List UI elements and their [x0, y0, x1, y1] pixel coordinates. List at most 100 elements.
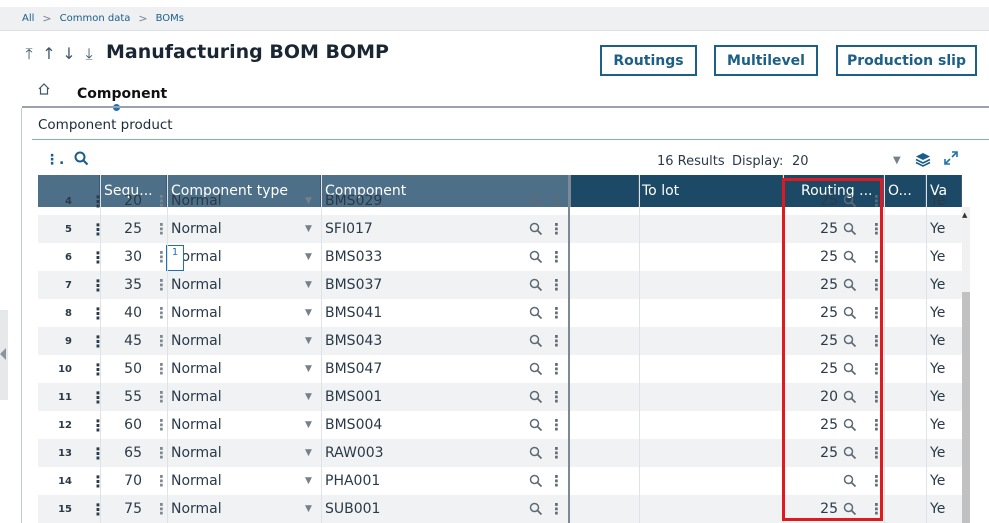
component-cell[interactable]: PHA001	[325, 467, 380, 495]
chevron-down-icon[interactable]: ▼	[893, 155, 901, 166]
component-type-cell[interactable]: Normal	[171, 411, 222, 439]
routing-cell[interactable]: 25	[778, 495, 838, 523]
grid-actions-icon[interactable]: ⋮.	[45, 152, 64, 168]
routing-menu-icon[interactable]: ⋮	[869, 215, 884, 243]
routing-cell[interactable]: 25	[778, 187, 838, 215]
component-type-cell[interactable]: Normal	[171, 271, 222, 299]
chevron-down-icon[interactable]: ▼	[305, 187, 312, 215]
table-row[interactable]: 14 ⋮ 70 ⋮ Normal ▼ PHA001 ⋮ ⋮ Ye	[38, 467, 962, 495]
sequence-cell[interactable]: 35	[104, 271, 142, 299]
component-cell[interactable]: RAW003	[325, 439, 384, 467]
sequence-cell[interactable]: 20	[104, 187, 142, 215]
table-row[interactable]: 9 ⋮ 45 ⋮ Normal ▼ BMS043 ⋮ 25 ⋮ Ye	[38, 327, 962, 355]
routing-cell[interactable]: 20	[778, 383, 838, 411]
routing-menu-icon[interactable]: ⋮	[869, 327, 884, 355]
component-lookup-icon[interactable]	[529, 327, 543, 355]
production-slip-button[interactable]: Production slip	[836, 45, 977, 76]
routing-menu-icon[interactable]: ⋮	[869, 495, 884, 523]
component-lookup-icon[interactable]	[529, 299, 543, 327]
routing-cell[interactable]: 25	[778, 215, 838, 243]
component-menu-icon[interactable]: ⋮	[549, 215, 564, 243]
chevron-down-icon[interactable]: ▼	[305, 299, 312, 327]
component-type-cell[interactable]: Normal	[171, 215, 222, 243]
component-cell[interactable]: BMS001	[325, 383, 382, 411]
routing-menu-icon[interactable]: ⋮	[869, 411, 884, 439]
component-lookup-icon[interactable]	[529, 467, 543, 495]
layers-icon[interactable]	[915, 152, 931, 171]
component-cell[interactable]: BMS037	[325, 271, 382, 299]
component-cell[interactable]: BMS004	[325, 411, 382, 439]
sequence-cell[interactable]: 70	[104, 467, 142, 495]
sequence-cell[interactable]: 65	[104, 439, 142, 467]
grid-search-icon[interactable]	[74, 151, 89, 170]
sequence-cell[interactable]: 45	[104, 327, 142, 355]
routing-menu-icon[interactable]: ⋮	[869, 439, 884, 467]
component-type-cell[interactable]: Normal	[171, 355, 222, 383]
component-menu-icon[interactable]: ⋮	[549, 355, 564, 383]
component-menu-icon[interactable]: ⋮	[549, 271, 564, 299]
component-type-cell[interactable]: Normal	[171, 299, 222, 327]
multilevel-button[interactable]: Multilevel	[714, 45, 818, 76]
component-lookup-icon[interactable]	[529, 243, 543, 271]
routing-cell[interactable]: 25	[778, 327, 838, 355]
previous-record-icon[interactable]: ↑	[42, 44, 56, 64]
component-menu-icon[interactable]: ⋮	[549, 299, 564, 327]
chevron-down-icon[interactable]: ▼	[305, 383, 312, 411]
sequence-cell[interactable]: 40	[104, 299, 142, 327]
component-type-cell[interactable]: Normal	[171, 327, 222, 355]
component-lookup-icon[interactable]	[529, 411, 543, 439]
routings-button[interactable]: Routings	[600, 45, 697, 76]
table-row[interactable]: 5 ⋮ 25 ⋮ Normal ▼ SFI017 ⋮ 25 ⋮ Ye	[38, 215, 962, 243]
chevron-down-icon[interactable]: ▼	[305, 495, 312, 523]
first-record-icon[interactable]: ⤒	[22, 44, 36, 64]
next-record-icon[interactable]: ↓	[62, 44, 76, 64]
component-type-cell[interactable]: Normal	[171, 187, 222, 215]
table-row[interactable]: 13 ⋮ 65 ⋮ Normal ▼ RAW003 ⋮ 25 ⋮ Ye	[38, 439, 962, 467]
routing-lookup-icon[interactable]	[843, 495, 857, 523]
component-type-cell[interactable]: Normal	[171, 467, 222, 495]
table-row[interactable]: 11 ⋮ 55 ⋮ Normal ▼ BMS001 ⋮ 20 ⋮ Ye	[38, 383, 962, 411]
chevron-down-icon[interactable]: ▼	[305, 327, 312, 355]
routing-lookup-icon[interactable]	[843, 411, 857, 439]
tab-component[interactable]: Component	[77, 86, 167, 102]
routing-menu-icon[interactable]: ⋮	[869, 271, 884, 299]
routing-lookup-icon[interactable]	[843, 299, 857, 327]
component-lookup-icon[interactable]	[529, 271, 543, 299]
routing-menu-icon[interactable]: ⋮	[869, 187, 884, 215]
routing-cell[interactable]: 25	[778, 299, 838, 327]
chevron-down-icon[interactable]: ▼	[305, 215, 312, 243]
routing-lookup-icon[interactable]	[843, 243, 857, 271]
component-cell[interactable]: BMS029	[325, 187, 382, 215]
component-type-cell[interactable]: Normal	[171, 495, 222, 523]
component-lookup-icon[interactable]	[529, 439, 543, 467]
component-cell[interactable]: SUB001	[325, 495, 380, 523]
table-row[interactable]: 10 ⋮ 50 ⋮ Normal ▼ BMS047 ⋮ 25 ⋮ Ye	[38, 355, 962, 383]
component-lookup-icon[interactable]	[529, 495, 543, 523]
component-type-cell[interactable]: Normal	[171, 383, 222, 411]
sequence-cell[interactable]: 55	[104, 383, 142, 411]
chevron-down-icon[interactable]: ▼	[305, 271, 312, 299]
sequence-cell[interactable]: 50	[104, 355, 142, 383]
component-menu-icon[interactable]: ⋮	[549, 439, 564, 467]
expand-icon[interactable]	[944, 151, 958, 169]
sequence-cell[interactable]: 25	[104, 215, 142, 243]
routing-cell[interactable]: 25	[778, 243, 838, 271]
component-cell[interactable]: BMS041	[325, 299, 382, 327]
vertical-scrollbar[interactable]: ▲	[962, 207, 970, 523]
routing-lookup-icon[interactable]	[843, 355, 857, 383]
table-row[interactable]: 4 ⋮ 20 ⋮ Normal ▼ BMS029 ⋮ 25 ⋮ Ye	[38, 187, 962, 215]
breadcrumb-item-boms[interactable]: BOMs	[156, 13, 184, 24]
breadcrumb-item-all[interactable]: All	[22, 13, 34, 24]
table-row[interactable]: 15 ⋮ 75 ⋮ Normal ▼ SUB001 ⋮ 25 ⋮ Ye	[38, 495, 962, 523]
component-lookup-icon[interactable]	[529, 355, 543, 383]
routing-lookup-icon[interactable]	[843, 383, 857, 411]
table-row[interactable]: 8 ⋮ 40 ⋮ Normal ▼ BMS041 ⋮ 25 ⋮ Ye	[38, 299, 962, 327]
routing-menu-icon[interactable]: ⋮	[869, 467, 884, 495]
table-row[interactable]: 7 ⋮ 35 ⋮ Normal ▼ BMS037 ⋮ 25 ⋮ Ye	[38, 271, 962, 299]
component-menu-icon[interactable]: ⋮	[549, 187, 564, 215]
sequence-cell[interactable]: 60	[104, 411, 142, 439]
breadcrumb-item-common-data[interactable]: Common data	[60, 13, 131, 24]
scrollbar-thumb[interactable]	[962, 292, 970, 523]
routing-cell[interactable]	[778, 467, 838, 495]
component-lookup-icon[interactable]	[529, 215, 543, 243]
